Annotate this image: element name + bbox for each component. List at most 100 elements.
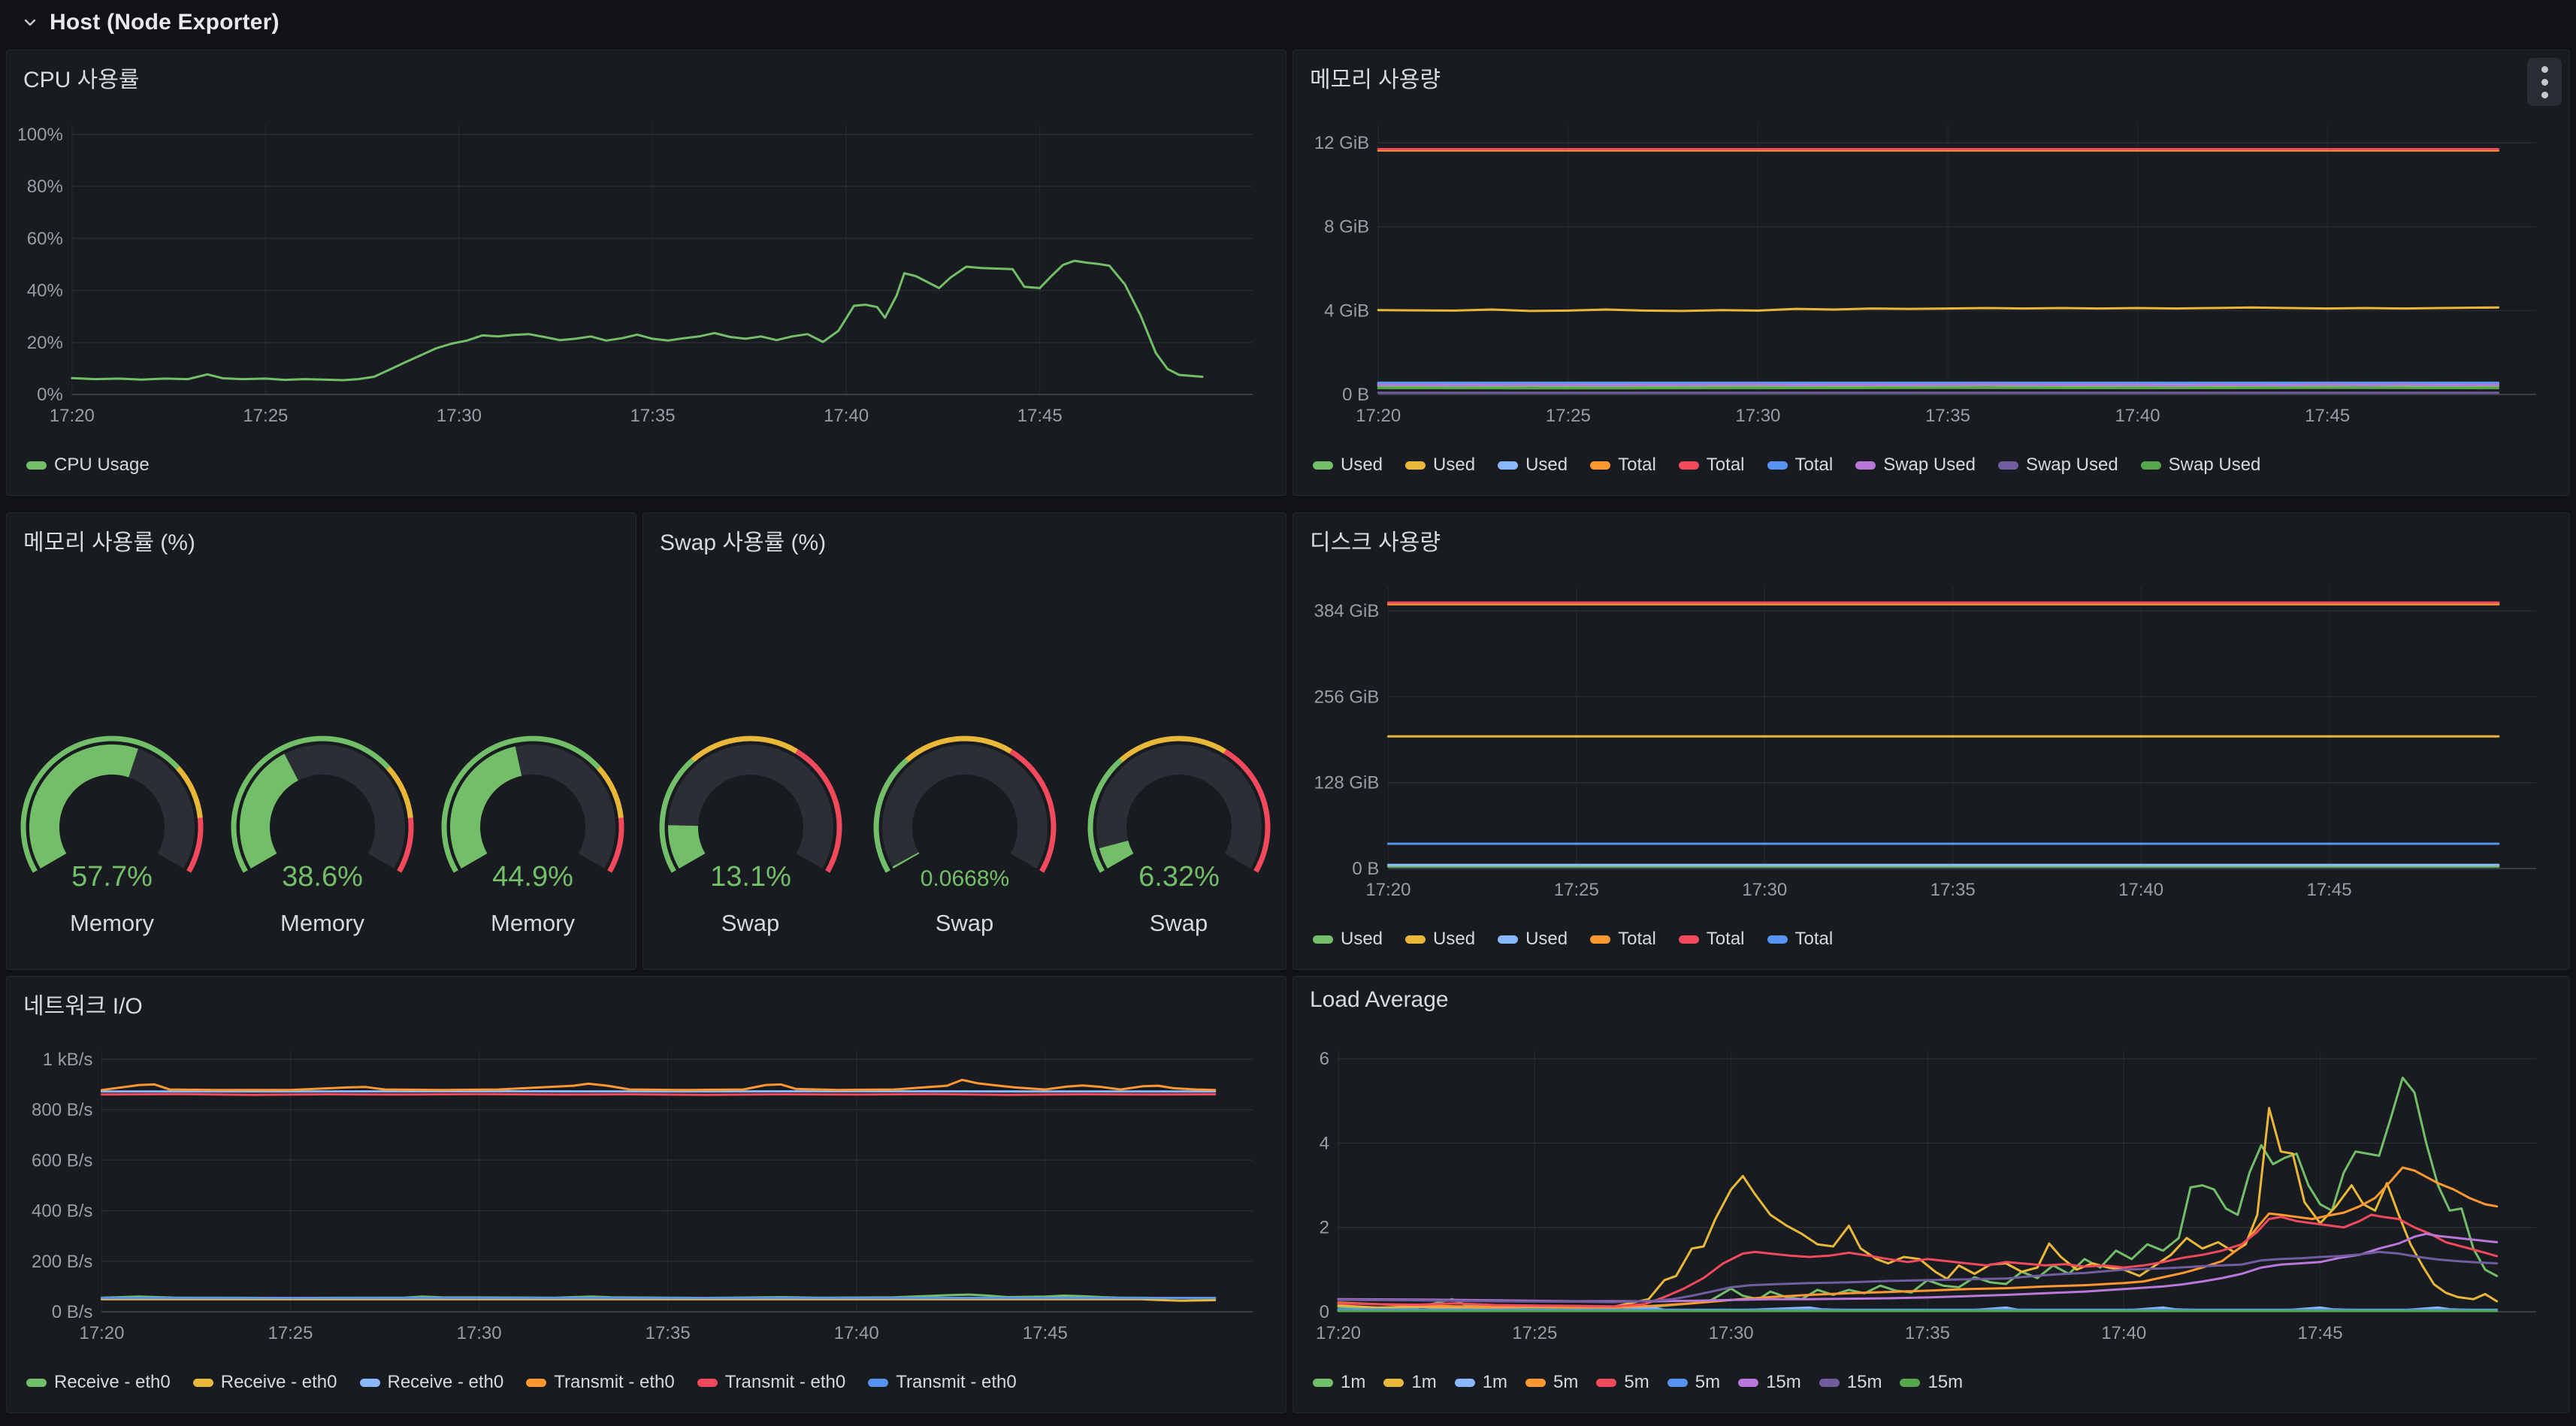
svg-text:17:40: 17:40: [824, 406, 869, 426]
legend-color-chip: [1596, 1378, 1617, 1387]
legend-label: 1m: [1341, 1372, 1366, 1392]
legend-item[interactable]: 5m: [1667, 1372, 1720, 1393]
memory-gauge-row: 57.7% Memory 38.6% Memory 44.9% Memory: [7, 731, 636, 937]
disk-chart[interactable]: 17:20 17:25 17:30 17:35 17:40 17:45 0 B 128 GiB…: [1305, 579, 2557, 903]
svg-text:0: 0: [1320, 1302, 1329, 1322]
gauge-label: Memory: [280, 910, 364, 936]
svg-text:100%: 100%: [19, 125, 63, 145]
legend-item[interactable]: 5m: [1596, 1372, 1649, 1393]
legend-label: 15m: [1927, 1372, 1964, 1392]
legend-item[interactable]: Transmit - eth0: [868, 1372, 1017, 1393]
svg-text:1 kB/s: 1 kB/s: [43, 1050, 93, 1070]
legend-item[interactable]: Used: [1405, 929, 1475, 950]
panel-title-disk[interactable]: 디스크 사용량: [1310, 524, 2517, 557]
panel-title-network[interactable]: 네트워크 I/O: [23, 987, 1233, 1020]
legend-color-chip: [1405, 461, 1426, 470]
gauge-label: Swap: [1149, 910, 1208, 936]
gauge-label: Memory: [491, 910, 575, 936]
legend-item[interactable]: Transmit - eth0: [697, 1372, 845, 1393]
legend-item[interactable]: Swap Used: [2140, 455, 2261, 476]
kebab-dot: [2541, 78, 2548, 86]
legend-item[interactable]: Receive - eth0: [359, 1372, 503, 1393]
gauge-swap-3: 6.32% Swap: [1074, 731, 1284, 937]
panel-network: 네트워크 I/O 17:20 17:25 17:30 17:35 17:40 17:45 0…: [6, 976, 1286, 1413]
svg-text:17:30: 17:30: [1709, 1323, 1754, 1343]
svg-text:20%: 20%: [27, 333, 63, 353]
svg-text:17:35: 17:35: [1905, 1323, 1950, 1343]
legend-item[interactable]: Used: [1313, 455, 1383, 476]
panel-title-load[interactable]: Load Average: [1310, 987, 2517, 1013]
legend-item[interactable]: Total: [1678, 929, 1745, 950]
svg-text:60%: 60%: [27, 228, 63, 249]
row-header-host[interactable]: Host (Node Exporter): [0, 0, 2576, 45]
legend-item[interactable]: 5m: [1525, 1372, 1578, 1393]
legend-label: 15m: [1766, 1372, 1801, 1392]
legend-item[interactable]: 15m: [1738, 1372, 1801, 1393]
legend-label: 1m: [1411, 1372, 1437, 1392]
svg-text:2: 2: [1320, 1218, 1329, 1238]
panel-title-memory[interactable]: 메모리 사용량: [1310, 61, 2517, 94]
gauge-value: 6.32%: [1138, 861, 1220, 893]
legend-label: Total: [1794, 455, 1834, 475]
svg-text:12 GiB: 12 GiB: [1314, 133, 1369, 153]
legend-item[interactable]: Total: [1767, 455, 1834, 476]
svg-text:17:35: 17:35: [1925, 406, 1970, 426]
gauge-label: Swap: [721, 910, 780, 936]
legend-item[interactable]: Total: [1590, 929, 1656, 950]
legend-item[interactable]: 15m: [1819, 1372, 1882, 1393]
svg-text:8 GiB: 8 GiB: [1324, 217, 1369, 237]
legend-item[interactable]: Used: [1405, 455, 1475, 476]
legend-item[interactable]: Receive - eth0: [26, 1372, 171, 1393]
legend-label: Used: [1525, 929, 1568, 949]
legend-color-chip: [26, 461, 47, 470]
legend-label: CPU Usage: [54, 455, 150, 475]
legend-label: Used: [1433, 455, 1476, 475]
panel-title-swap-gauge[interactable]: Swap 사용률 (%): [660, 524, 1233, 557]
legend-item[interactable]: Total: [1767, 929, 1833, 950]
legend-item[interactable]: Used: [1498, 455, 1568, 476]
legend-label: Used: [1341, 455, 1383, 475]
svg-text:17:20: 17:20: [79, 1323, 124, 1343]
legend-label: Swap Used: [2168, 455, 2261, 475]
legend-label: 1m: [1482, 1372, 1508, 1392]
dashboard-page: { "header": { "title": "Host (Node Expor…: [0, 0, 2576, 1426]
legend-color-chip: [1997, 461, 2018, 470]
memory-legend: Used Used Used Total Total Total Swap Used Swap…: [1313, 452, 2560, 479]
legend-item[interactable]: Total: [1590, 455, 1656, 476]
legend-item[interactable]: 1m: [1383, 1372, 1437, 1393]
legend-item[interactable]: 15m: [1900, 1372, 1963, 1393]
legend-item[interactable]: Used: [1498, 929, 1568, 950]
svg-text:0 B: 0 B: [1352, 859, 1379, 879]
legend-item[interactable]: Receive - eth0: [192, 1372, 337, 1393]
legend-label: Used: [1433, 929, 1476, 949]
svg-text:256 GiB: 256 GiB: [1314, 687, 1380, 707]
legend-color-chip: [1525, 1378, 1547, 1387]
legend-label: Receive - eth0: [220, 1372, 337, 1392]
svg-text:80%: 80%: [27, 177, 63, 197]
panel-title-memory-gauge[interactable]: 메모리 사용률 (%): [23, 524, 583, 557]
load-chart[interactable]: 17:20 17:25 17:30 17:35 17:40 17:45 0 2 4 6: [1305, 1043, 2557, 1346]
legend-item[interactable]: 1m: [1454, 1372, 1508, 1393]
legend-item[interactable]: CPU Usage: [26, 455, 150, 476]
svg-text:17:30: 17:30: [457, 1323, 502, 1343]
memory-chart[interactable]: 17:20 17:25 17:30 17:35 17:40 17:45 0 B 4 GiB 8 …: [1305, 116, 2557, 429]
panel-menu-button[interactable]: [2527, 58, 2562, 106]
legend-label: Total: [1618, 929, 1656, 949]
network-chart[interactable]: 17:20 17:25 17:30 17:35 17:40 17:45 0 B/s 200 B…: [19, 1043, 1274, 1346]
legend-item[interactable]: Transmit - eth0: [526, 1372, 675, 1393]
svg-text:4: 4: [1320, 1133, 1329, 1153]
svg-text:17:20: 17:20: [1316, 1323, 1361, 1343]
legend-color-chip: [1498, 461, 1519, 470]
legend-color-chip: [1313, 935, 1333, 944]
panel-title-cpu[interactable]: CPU 사용률: [23, 61, 1233, 94]
legend-item[interactable]: Swap Used: [1855, 455, 1976, 476]
cpu-chart[interactable]: 17:20 17:25 17:30 17:35 17:40 17:45 0% 20% 40% 60…: [19, 116, 1274, 429]
legend-item[interactable]: Swap Used: [1997, 455, 2118, 476]
legend-item[interactable]: Used: [1313, 929, 1383, 950]
legend-item[interactable]: 1m: [1313, 1372, 1365, 1393]
legend-label: Swap Used: [2025, 455, 2118, 475]
legend-label: Transmit - eth0: [896, 1372, 1017, 1392]
legend-color-chip: [1590, 461, 1611, 470]
legend-item[interactable]: Total: [1678, 455, 1745, 476]
svg-text:17:35: 17:35: [630, 406, 675, 426]
